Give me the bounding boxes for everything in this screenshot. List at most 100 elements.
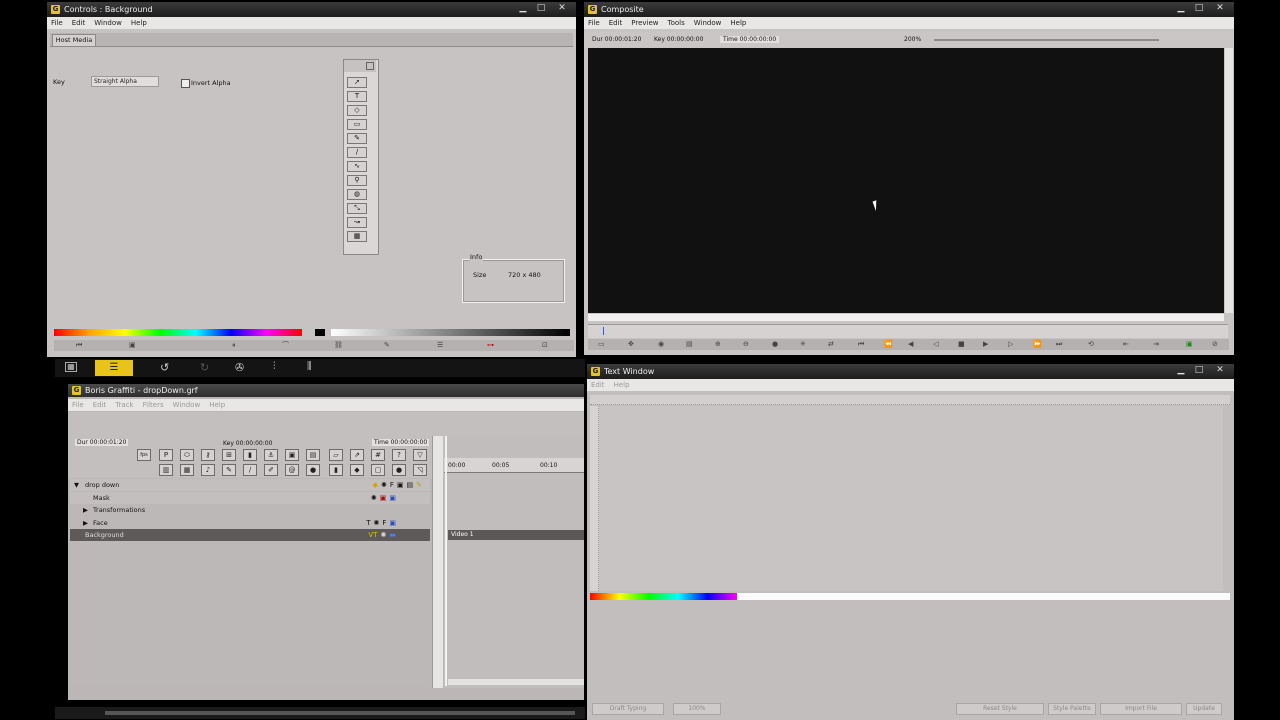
track-row[interactable]: ▶ Face T ✺ F ▣: [70, 517, 430, 529]
layer-icon[interactable]: ⊞: [222, 449, 236, 461]
menu-edit[interactable]: Edit: [591, 379, 605, 391]
undo-icon[interactable]: ↺: [160, 361, 169, 374]
track-expander-icon[interactable]: ▼: [74, 479, 79, 491]
timeline-view-icon[interactable]: ☰: [95, 360, 133, 376]
text-track-icon[interactable]: T: [366, 517, 370, 529]
menu-filters[interactable]: Filters: [143, 399, 164, 411]
video-clip[interactable]: Video 1: [448, 530, 584, 540]
menu-help[interactable]: Help: [131, 17, 147, 29]
filmstrip-icon[interactable]: ▤: [306, 449, 320, 461]
time-ruler[interactable]: 00:00 00:05 00:10: [444, 458, 584, 473]
tab-host-media[interactable]: Host Media: [52, 34, 96, 46]
grid-view-icon[interactable]: ▦: [65, 362, 77, 372]
black-swatch[interactable]: [315, 329, 325, 336]
render-icon[interactable]: ●: [772, 340, 778, 349]
pause-icon[interactable]: ⏸: [232, 341, 236, 350]
spline-tool-icon[interactable]: ∿: [347, 161, 367, 172]
visibility-icon[interactable]: ✺: [381, 479, 387, 491]
minimize-icon[interactable]: ▁: [1174, 364, 1188, 377]
composite-canvas[interactable]: [588, 48, 1224, 313]
preview-icon[interactable]: P: [159, 449, 173, 461]
track-list-scrollbar[interactable]: [432, 436, 443, 688]
menu-window[interactable]: Window: [173, 399, 201, 411]
expand-icon[interactable]: ⊡: [542, 341, 548, 350]
invert-alpha-checkbox[interactable]: [181, 79, 190, 88]
text-color-gradient[interactable]: [590, 593, 737, 600]
link-icon[interactable]: ⛓: [334, 341, 343, 350]
minimize-icon[interactable]: ▁: [1174, 2, 1188, 15]
lock-icon[interactable]: ▣: [389, 517, 396, 529]
no-preview-icon[interactable]: ⊘: [1212, 340, 1218, 349]
audio-icon[interactable]: ⫶: [273, 361, 276, 372]
import-file-button[interactable]: Import File: [1100, 703, 1182, 715]
grayscale-bar[interactable]: [331, 329, 570, 336]
sphere-icon[interactable]: ●: [306, 464, 320, 476]
fill-tool-icon[interactable]: ◍: [347, 189, 367, 200]
keyframe-icon[interactable]: ▣: [129, 341, 136, 350]
composite-time-ruler[interactable]: [588, 324, 1228, 338]
menu-window[interactable]: Window: [694, 17, 722, 29]
maximize-icon[interactable]: □: [534, 2, 548, 15]
text-tool-icon[interactable]: T: [347, 91, 367, 102]
film-icon[interactable]: ▤: [686, 340, 693, 349]
close-icon[interactable]: ✕: [1210, 2, 1230, 15]
composite-horizontal-scrollbar[interactable]: [588, 314, 1224, 321]
keyframe-diamond-icon[interactable]: ◆: [373, 479, 378, 491]
zoom-out-icon[interactable]: ⊖: [743, 340, 749, 349]
track-expander-icon[interactable]: ▶: [83, 504, 88, 516]
menu-window[interactable]: Window: [94, 17, 122, 29]
visibility-icon[interactable]: ✺: [371, 492, 377, 504]
menu-file[interactable]: File: [588, 17, 600, 29]
out-point-icon[interactable]: ⇥: [1153, 340, 1159, 349]
grid-tool-icon[interactable]: ▦: [347, 231, 367, 242]
controls-title-bar[interactable]: G Controls : Background ▁ □ ✕: [47, 2, 576, 17]
text-editing-area[interactable]: [599, 406, 1223, 591]
brush-icon[interactable]: ✎: [416, 479, 422, 491]
minimize-icon[interactable]: ▁: [516, 2, 530, 15]
zoom-tool-icon[interactable]: ⚲: [347, 175, 367, 186]
in-point-icon[interactable]: ⇤: [1123, 340, 1129, 349]
menu-file[interactable]: File: [72, 399, 84, 411]
brush-icon[interactable]: ✐: [264, 464, 278, 476]
menu-help[interactable]: Help: [209, 399, 225, 411]
track-row[interactable]: ▼ drop down ◆ ✺ F ▣ ▤ ✎: [70, 479, 430, 491]
render-preview-icon[interactable]: ▣: [1186, 340, 1193, 349]
menu-help[interactable]: Help: [614, 379, 630, 391]
image-icon[interactable]: ▣: [285, 449, 299, 461]
grid-icon[interactable]: #: [371, 449, 385, 461]
menu-file[interactable]: File: [51, 17, 63, 29]
mask-tool-icon[interactable]: ▭: [598, 340, 605, 349]
host-scrollbar[interactable]: [105, 711, 575, 715]
camera-tool-icon[interactable]: ◉: [658, 340, 664, 349]
light-icon[interactable]: ✳: [800, 340, 806, 349]
lock-icon[interactable]: ▣: [389, 492, 396, 504]
spiral-icon[interactable]: @: [285, 464, 299, 476]
color-icon[interactable]: ▤: [407, 479, 414, 491]
draft-typing-button[interactable]: Draft Typing: [592, 703, 664, 715]
menu-help[interactable]: Help: [730, 17, 746, 29]
close-icon[interactable]: ✕: [552, 2, 572, 15]
menu-edit[interactable]: Edit: [72, 17, 86, 29]
pause-track-icon[interactable]: ▮: [243, 449, 257, 461]
curve-icon[interactable]: ⌒: [282, 341, 289, 350]
mask-icon[interactable]: ▣: [380, 492, 387, 504]
menu-tools[interactable]: Tools: [668, 17, 685, 29]
track-row-selected[interactable]: Background VT ✺ ▬: [70, 529, 430, 541]
go-start-icon[interactable]: ⏮: [858, 340, 864, 349]
prev-frame-icon[interactable]: ◀: [908, 340, 913, 349]
maximize-icon[interactable]: □: [1192, 2, 1206, 15]
transform-tool-icon[interactable]: ⤡: [347, 203, 367, 214]
track-expander-icon[interactable]: ▶: [83, 517, 88, 529]
export-icon[interactable]: ⇗: [350, 449, 364, 461]
menu-edit[interactable]: Edit: [93, 399, 107, 411]
path-tool-icon[interactable]: ↝: [347, 217, 367, 228]
track-row[interactable]: ▶ Transformations: [70, 504, 430, 516]
move-tool-icon[interactable]: ✥: [628, 340, 634, 349]
audio-mixer-icon[interactable]: ⫼: [307, 361, 312, 372]
timeline-hscrollbar[interactable]: [448, 679, 584, 685]
track-row[interactable]: Mask ✺ ▣ ▣: [70, 492, 430, 504]
menu-preview[interactable]: Preview: [631, 17, 658, 29]
menu-track[interactable]: Track: [115, 399, 133, 411]
play-icon[interactable]: ▶: [983, 340, 988, 349]
visibility-icon[interactable]: ✺: [373, 517, 379, 529]
